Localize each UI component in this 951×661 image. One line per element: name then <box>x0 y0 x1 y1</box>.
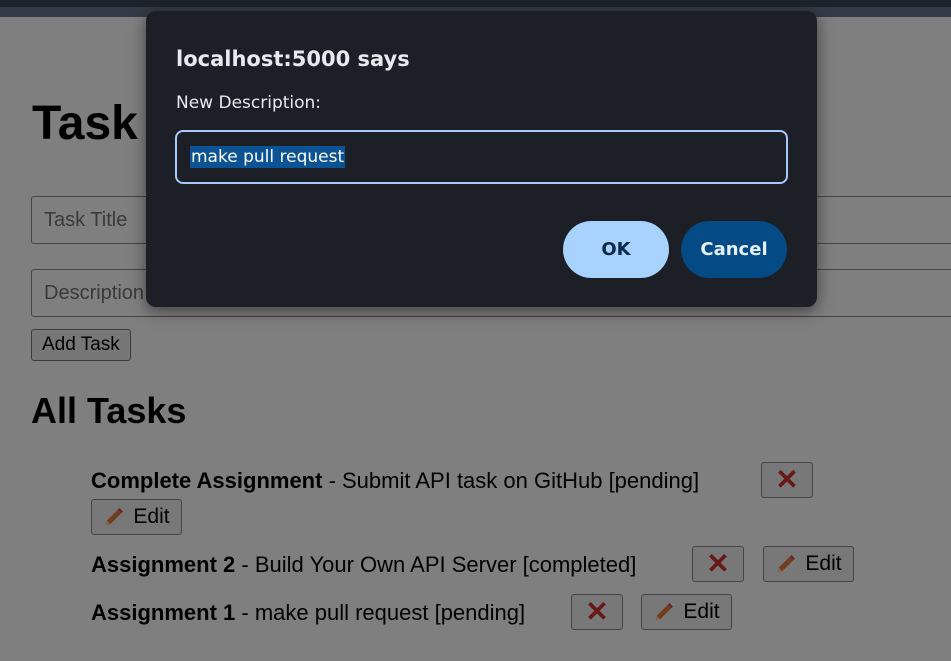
new-description-input[interactable]: make pull request <box>175 130 788 184</box>
cancel-button[interactable]: Cancel <box>681 221 787 278</box>
dialog-title: localhost:5000 says <box>176 47 410 71</box>
selected-input-text: make pull request <box>190 146 346 168</box>
prompt-dialog: localhost:5000 says New Description: mak… <box>146 11 817 307</box>
ok-button[interactable]: OK <box>563 221 669 278</box>
dialog-message: New Description: <box>176 93 322 113</box>
